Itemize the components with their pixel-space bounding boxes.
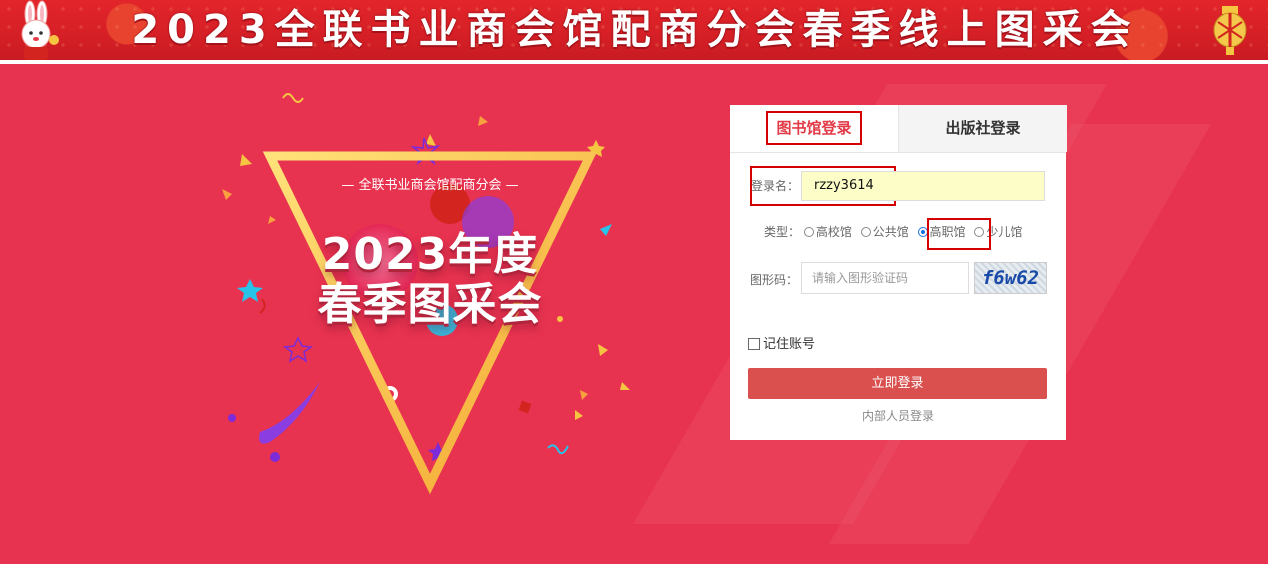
login-tabs: 图书馆登录 出版社登录 <box>730 105 1067 153</box>
radio-label: 高校馆 <box>815 225 852 239</box>
captcha-image[interactable]: f6w62 <box>974 262 1047 294</box>
tab-library-login[interactable]: 图书馆登录 <box>730 105 898 152</box>
tab-library-label: 图书馆登录 <box>766 111 862 145</box>
lantern-decoration-icon <box>1213 6 1247 55</box>
banner-title: 2023全联书业商会馆配商分会春季线上图采会 <box>131 7 1139 53</box>
tab-publisher-label: 出版社登录 <box>945 119 1021 137</box>
internal-staff-login-link[interactable]: 内部人员登录 <box>730 407 1066 424</box>
login-card: 图书馆登录 出版社登录 登录名： rzzy3614 类型： 高校馆 公共馆 高职… <box>730 105 1067 440</box>
radio-icon <box>803 227 814 237</box>
radio-label: 公共馆 <box>872 225 909 239</box>
top-banner: 2023全联书业商会馆配商分会春季线上图采会 <box>0 0 1268 60</box>
login-submit-button[interactable]: 立即登录 <box>748 368 1047 399</box>
hero-title-line2: 春季图采会 <box>317 279 543 330</box>
type-label: 类型： <box>764 225 801 239</box>
type-highlight-box <box>927 218 991 250</box>
radio-label: 少儿馆 <box>986 225 1023 239</box>
radio-university-library[interactable]: 高校馆 <box>803 223 852 240</box>
remember-account[interactable]: 记住账号 <box>748 333 815 352</box>
username-label: 登录名： <box>751 179 800 193</box>
radio-icon <box>860 227 871 237</box>
captcha-input[interactable]: 请输入图形验证码 <box>801 262 969 294</box>
hero-area: — 全联书业商会馆配商分会 — 2023年度 春季图采会 <box>0 64 1268 550</box>
remember-checkbox[interactable] <box>748 338 760 350</box>
hero-subtitle: — 全联书业商会馆配商分会 — <box>341 178 519 193</box>
triangle-frame <box>262 151 598 495</box>
rabbit-mascot-icon <box>21 0 59 60</box>
remember-label: 记住账号 <box>763 337 816 352</box>
tab-publisher-login[interactable]: 出版社登录 <box>898 105 1067 152</box>
username-input[interactable]: rzzy3614 <box>801 171 1045 201</box>
hero-emblem: — 全联书业商会馆配商分会 — 2023年度 春季图采会 <box>220 144 640 564</box>
captcha-label: 图形码： <box>750 273 799 287</box>
radio-public-library[interactable]: 公共馆 <box>860 223 909 240</box>
